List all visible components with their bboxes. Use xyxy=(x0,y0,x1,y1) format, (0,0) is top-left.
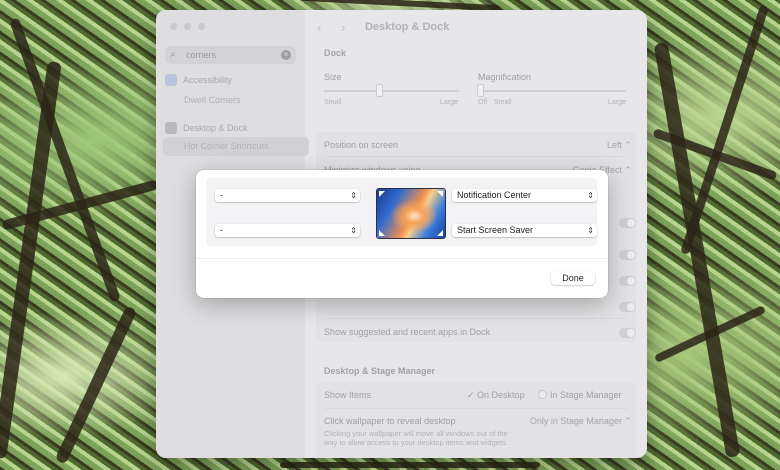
size-slider-knob[interactable] xyxy=(376,84,383,97)
bottom-right-corner-marker-icon xyxy=(437,230,443,236)
desktop-dock-icon xyxy=(165,122,177,134)
click-wallpaper-popup[interactable]: Only in Stage Manager ⌃ xyxy=(530,416,632,427)
click-wallpaper-description: Clicking your wallpaper will move all wi… xyxy=(324,429,508,447)
magnification-slider-knob[interactable] xyxy=(477,84,484,97)
page-title: Desktop & Dock xyxy=(365,21,450,33)
popup-arrows-icon: ⇕ xyxy=(587,191,594,200)
stage-section-title: Desktop & Stage Manager xyxy=(324,366,436,376)
magnification-label: Magnification xyxy=(478,72,532,82)
forward-icon[interactable]: › xyxy=(341,20,345,35)
done-button[interactable]: Done xyxy=(551,271,595,285)
bottom-left-corner-value: - xyxy=(220,225,223,235)
search-icon: ⌕ xyxy=(170,49,176,60)
position-value: Left xyxy=(606,140,622,150)
clear-search-icon[interactable]: × xyxy=(281,50,291,60)
screen-preview xyxy=(377,189,445,238)
popup-arrows-icon: ⇕ xyxy=(350,226,357,235)
in-stage-manager-checkbox[interactable]: In Stage Manager xyxy=(538,390,622,400)
size-label: Size xyxy=(324,72,342,82)
popup-arrows-icon: ⇕ xyxy=(350,191,357,200)
dock-toggle-1[interactable] xyxy=(619,218,636,228)
stage-options-card: Show Items ✓ On Desktop In Stage Manager… xyxy=(316,382,636,458)
back-icon[interactable]: ‹ xyxy=(317,20,321,35)
magnification-off-label: Off xyxy=(478,99,488,106)
minimize-window-button[interactable] xyxy=(184,23,191,30)
hot-corners-sheet: - ⇕ - ⇕ Notification Center ⇕ Start Scre… xyxy=(196,170,608,298)
magnification-max-label: Large xyxy=(608,99,626,106)
top-left-corner-popup[interactable]: - ⇕ xyxy=(215,189,360,202)
magnification-min-label: Small xyxy=(494,99,512,106)
dock-toggle-4[interactable] xyxy=(619,302,636,312)
divider xyxy=(324,156,628,157)
sidebar-subitem-dwell-corners[interactable]: Dwell Corners xyxy=(184,95,241,105)
top-right-corner-marker-icon xyxy=(437,191,443,197)
in-stage-manager-label: In Stage Manager xyxy=(550,390,622,400)
on-desktop-checkbox[interactable]: ✓ On Desktop xyxy=(467,390,525,401)
unchecked-icon xyxy=(538,390,547,399)
sidebar-item-label: Desktop & Dock xyxy=(183,123,248,133)
sidebar-item-accessibility[interactable]: Accessibility xyxy=(165,74,232,86)
bottom-left-corner-popup[interactable]: - ⇕ xyxy=(215,224,360,237)
click-wallpaper-value: Only in Stage Manager xyxy=(529,416,622,426)
bottom-right-corner-value: Start Screen Saver xyxy=(457,225,534,235)
accessibility-icon xyxy=(165,74,177,86)
suggested-apps-toggle[interactable] xyxy=(619,328,636,338)
magnification-slider[interactable] xyxy=(478,90,626,92)
close-window-button[interactable] xyxy=(170,23,177,30)
suggested-apps-label: Show suggested and recent apps in Dock xyxy=(324,327,491,337)
toolbar: ‹ › Desktop & Dock xyxy=(305,10,647,44)
divider xyxy=(196,258,608,259)
dock-toggle-3[interactable] xyxy=(619,276,636,286)
top-left-corner-marker-icon xyxy=(379,191,385,197)
sidebar-subitem-hot-corner-shortcuts[interactable]: Hot Corner Shortcuts xyxy=(163,137,309,156)
dock-toggle-2[interactable] xyxy=(619,250,636,260)
hot-corners-panel: - ⇕ - ⇕ Notification Center ⇕ Start Scre… xyxy=(206,178,597,246)
on-desktop-label: On Desktop xyxy=(477,390,525,400)
bottom-left-corner-marker-icon xyxy=(379,230,385,236)
show-items-label: Show Items xyxy=(324,390,372,400)
top-right-corner-popup[interactable]: Notification Center ⇕ xyxy=(452,189,597,202)
search-input[interactable]: ⌕ corners × xyxy=(165,46,296,64)
zoom-window-button[interactable] xyxy=(198,23,205,30)
divider xyxy=(324,318,628,319)
search-input-value: corners xyxy=(186,50,217,60)
size-max-label: Large xyxy=(440,99,458,106)
size-slider[interactable] xyxy=(324,90,459,92)
click-wallpaper-label: Click wallpaper to reveal desktop xyxy=(324,416,456,426)
sidebar-item-label: Accessibility xyxy=(183,75,233,85)
sidebar-item-desktop-dock[interactable]: Desktop & Dock xyxy=(165,122,248,134)
position-popup[interactable]: Left ⌃ xyxy=(607,140,632,151)
position-label: Position on screen xyxy=(324,140,399,150)
dock-section-title: Dock xyxy=(324,48,347,58)
bottom-right-corner-popup[interactable]: Start Screen Saver ⇕ xyxy=(452,224,597,237)
divider xyxy=(324,408,628,409)
size-min-label: Small xyxy=(324,99,342,106)
top-left-corner-value: - xyxy=(220,190,223,200)
top-right-corner-value: Notification Center xyxy=(457,190,532,200)
popup-arrows-icon: ⇕ xyxy=(587,226,594,235)
